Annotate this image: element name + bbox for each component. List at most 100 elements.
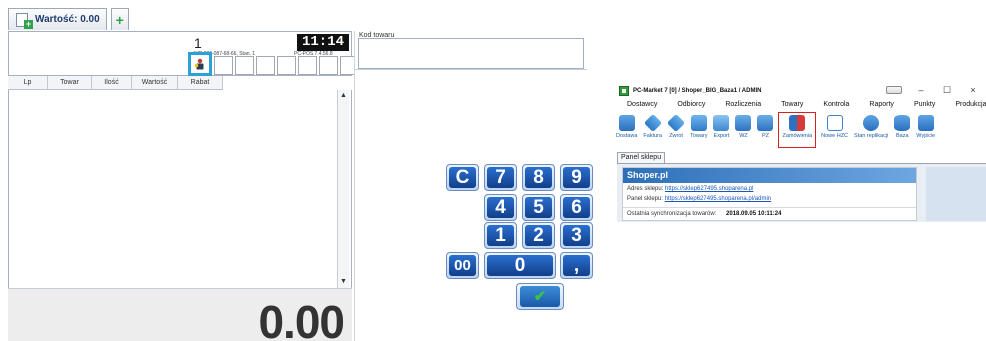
shop-address-label: Adres sklepu: (627, 186, 664, 192)
key-9[interactable]: 9 (560, 164, 593, 191)
window-title: PC-Market 7 [0] / Shoper_BIG_Baza1 / ADM… (633, 88, 762, 94)
menu-produkcja[interactable]: Produkcja (955, 101, 986, 113)
toolbar-export[interactable]: Export (713, 113, 730, 147)
toolbar-zwrot[interactable]: Zwrot (667, 113, 686, 147)
app-logo-icon (619, 86, 629, 96)
sync-row: Ostatnia synchronizacja towarów: 2018.09… (627, 211, 781, 217)
pos-window: + Wartość: 0.00 + 1 NIP 626-087-68-66, S… (0, 0, 593, 341)
new-hzc-icon (826, 115, 843, 131)
customer-slot[interactable] (214, 56, 233, 75)
new-receipt-icon: + (15, 12, 33, 29)
customer-slot[interactable] (277, 56, 296, 75)
column-header-wartosc[interactable]: Wartość (132, 76, 178, 89)
toolbar: Dostawa Faktura Zwrot Towary Export WZ P… (615, 112, 986, 148)
shoper-card: Shoper.pl Adres sklepu: https://sklep627… (622, 167, 917, 221)
customer-slot[interactable] (235, 56, 254, 75)
key-7[interactable]: 7 (484, 164, 517, 191)
export-icon (713, 115, 730, 131)
database-icon (894, 115, 911, 131)
menu-rozliczenia[interactable]: Rozliczenia (725, 101, 761, 113)
shop-address-link[interactable]: https://sklep627495.shoparena.pl (665, 186, 753, 192)
close-button[interactable]: × (960, 82, 986, 100)
column-header-lp[interactable]: Lp (8, 76, 48, 89)
column-header-ilosc[interactable]: Ilość (92, 76, 132, 89)
products-icon (690, 115, 707, 131)
sync-label: Ostatnia synchronizacja towarów: (627, 211, 717, 217)
shoper-title: Shoper.pl (623, 168, 916, 183)
ok-button[interactable]: ✔ (516, 283, 564, 310)
menu-bar: Dostawcy Odbiorcy Rozliczenia Towary Kon… (615, 101, 986, 113)
pc-market-window: PC-Market 7 [0] / Shoper_BIG_Baza1 / ADM… (615, 82, 986, 222)
sync-value: 2018.09.05 10:11:24 (726, 211, 782, 217)
key-0[interactable]: 0 (484, 252, 556, 279)
minimize-button[interactable]: – (908, 82, 934, 100)
customer-slot[interactable] (298, 56, 317, 75)
tab-panel-sklepu[interactable]: Panel sklepu (617, 152, 666, 163)
add-tab-button[interactable]: + (110, 8, 129, 30)
key-1[interactable]: 1 (484, 222, 517, 249)
menu-towary[interactable]: Towary (781, 101, 803, 113)
menu-punkty[interactable]: Punkty (914, 101, 935, 113)
customer-slot[interactable] (256, 56, 275, 75)
key-4[interactable]: 4 (484, 194, 517, 221)
divider (623, 207, 916, 208)
return-tag-icon (667, 113, 686, 133)
receipt-tab-label: Wartość: 0.00 (35, 14, 100, 25)
receipt-total: 0.00 (258, 296, 345, 341)
customer-icon (195, 58, 204, 70)
receipt-tab[interactable]: + Wartość: 0.00 (8, 8, 107, 30)
toolbar-baza[interactable]: Baza (894, 113, 911, 147)
receipt-table-header: Lp Towar Ilość Wartość Rabat (8, 76, 223, 90)
toolbar-wz[interactable]: WZ (735, 113, 752, 147)
total-panel: 0.00 (8, 288, 352, 341)
tag-icon (643, 113, 662, 133)
scroll-up-icon[interactable]: ▲ (338, 90, 349, 102)
customer-slot[interactable] (319, 56, 338, 75)
toolbar-zamowienia[interactable]: Zamówienia (778, 112, 817, 148)
key-5[interactable]: 5 (522, 194, 555, 221)
document-switch-icon[interactable] (886, 86, 902, 94)
toolbar-pz[interactable]: PZ (757, 113, 774, 147)
pos-tabbar: + Wartość: 0.00 + (8, 8, 129, 32)
product-code-input[interactable] (358, 38, 584, 69)
shop-panel-label: Panel sklepu: (627, 196, 664, 202)
replication-icon (863, 115, 880, 131)
title-bar: PC-Market 7 [0] / Shoper_BIG_Baza1 / ADM… (615, 82, 986, 100)
toolbar-faktura[interactable]: Faktura (643, 113, 662, 147)
key-00[interactable]: 00 (446, 252, 479, 279)
toolbar-dostawa[interactable]: Dostawa (616, 113, 637, 147)
checkmark-icon: ✔ (520, 286, 560, 307)
pz-document-icon (757, 115, 774, 131)
side-panel (926, 167, 986, 221)
toolbar-towary[interactable]: Towary (690, 113, 707, 147)
wz-document-icon (735, 115, 752, 131)
window-controls: – ☐ × (886, 82, 986, 100)
key-clear[interactable]: C (446, 164, 479, 191)
key-2[interactable]: 2 (522, 222, 555, 249)
shop-panel: Shoper.pl Adres sklepu: https://sklep627… (617, 163, 986, 222)
maximize-button[interactable]: ☐ (934, 82, 960, 100)
column-header-rabat[interactable]: Rabat (178, 76, 223, 89)
divider (355, 69, 587, 70)
key-3[interactable]: 3 (560, 222, 593, 249)
menu-kontrola[interactable]: Kontrola (823, 101, 849, 113)
pos-header: 1 NIP 626-087-68-66, Stan. 1 PC-POS 7.4.… (8, 31, 359, 76)
toolbar-wyjscie[interactable]: Wyjście (916, 113, 935, 147)
scroll-down-icon[interactable]: ▼ (338, 276, 349, 288)
customer-slot-active[interactable] (188, 52, 212, 76)
orders-icon (789, 115, 806, 131)
shop-panel-link[interactable]: https://sklep627495.shoparena.pl/admin (665, 196, 771, 202)
customer-slots (188, 52, 359, 76)
toolbar-nowe-hzc[interactable]: Nowe HZC (821, 113, 848, 147)
menu-odbiorcy[interactable]: Odbiorcy (677, 101, 705, 113)
column-header-towar[interactable]: Towar (48, 76, 92, 89)
menu-raporty[interactable]: Raporty (869, 101, 894, 113)
pos-clock: 11:14 (297, 34, 349, 51)
shop-address-row: Adres sklepu: https://sklep627495.shopar… (627, 186, 753, 192)
receipt-scrollbar[interactable]: ▲ ▼ (337, 90, 349, 288)
toolbar-stan-replikacji[interactable]: Stan replikacji (854, 113, 888, 147)
key-6[interactable]: 6 (560, 194, 593, 221)
menu-dostawcy[interactable]: Dostawcy (627, 101, 657, 113)
key-comma[interactable]: , (560, 252, 593, 279)
key-8[interactable]: 8 (522, 164, 555, 191)
